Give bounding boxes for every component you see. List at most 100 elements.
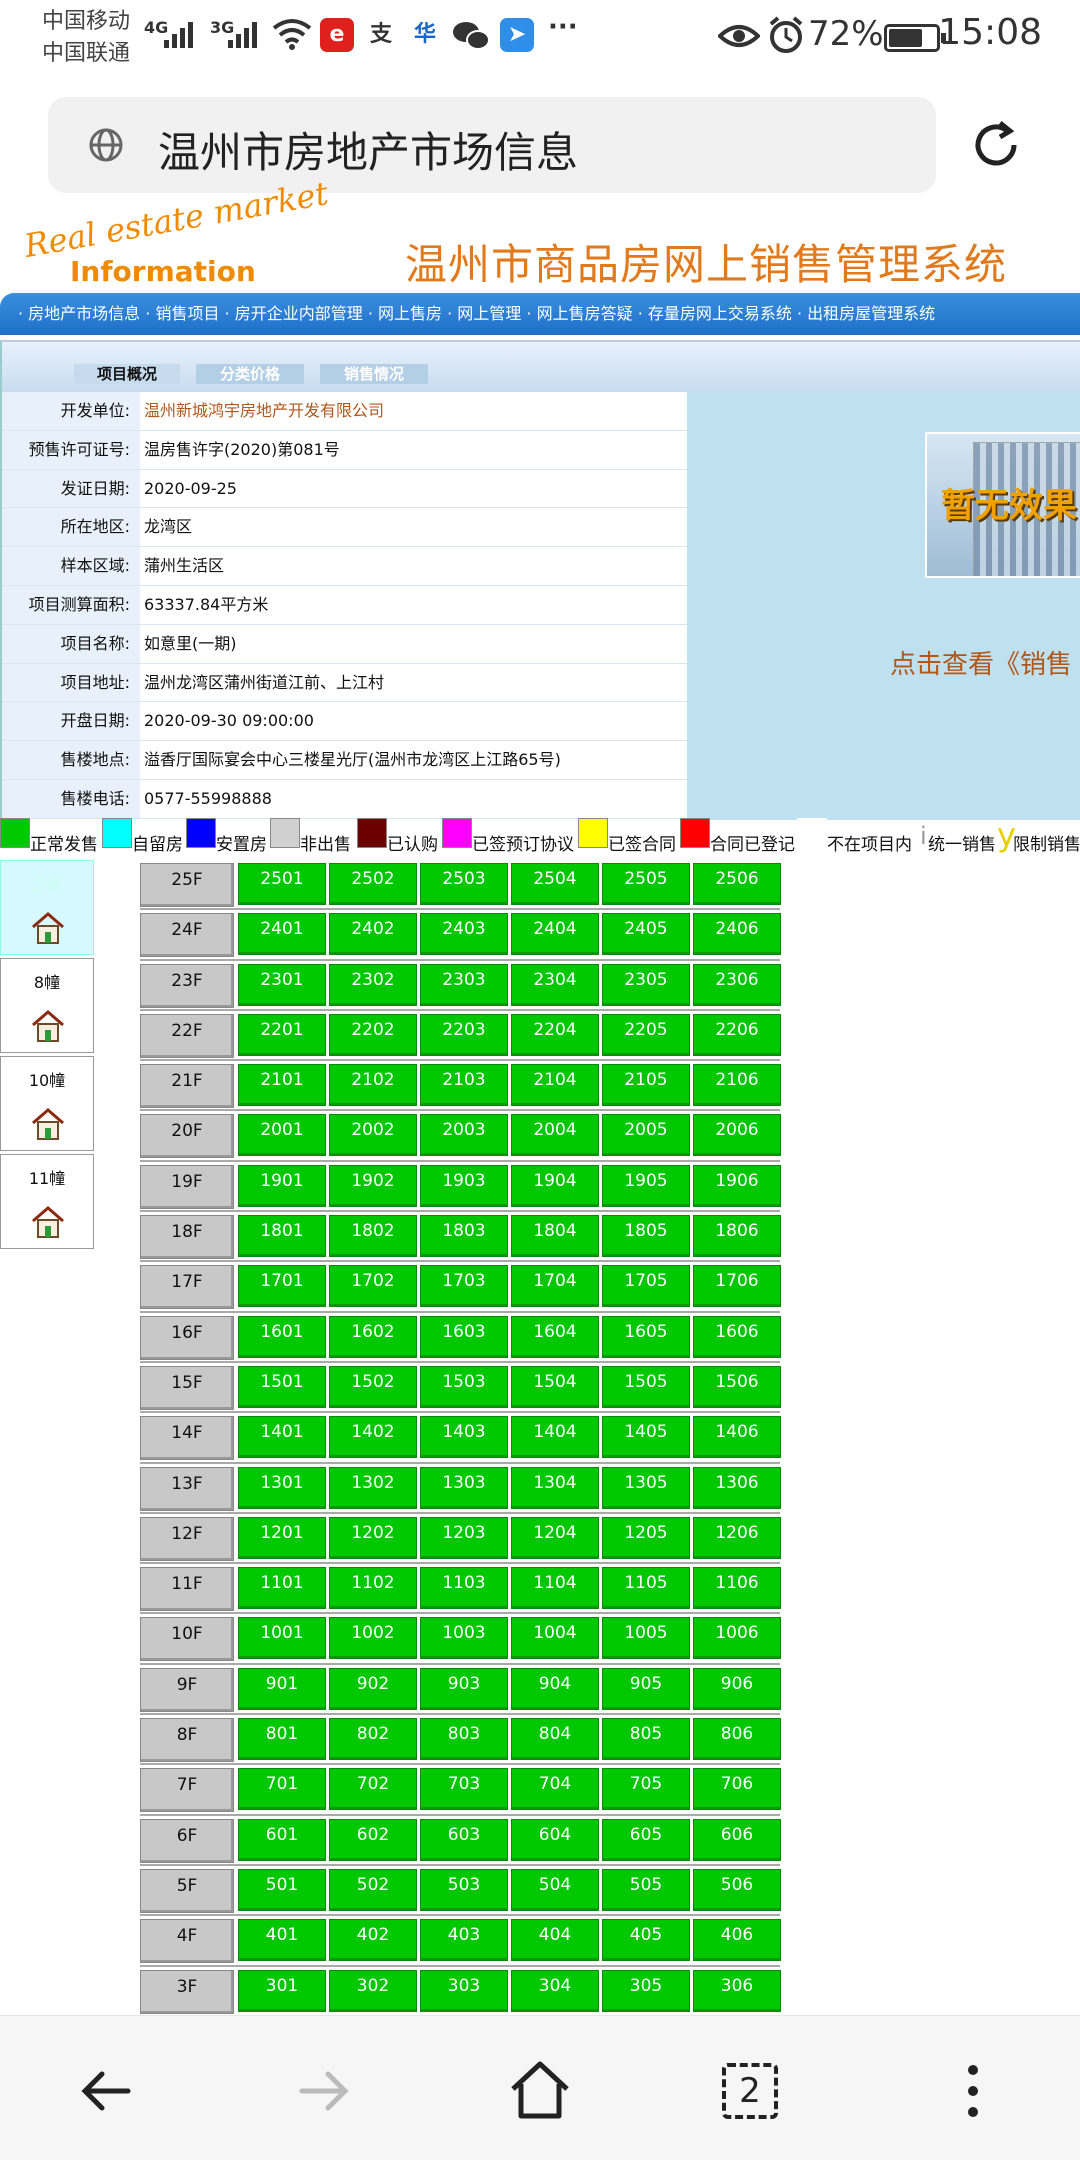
unit-cell[interactable]: 1303: [420, 1466, 508, 1509]
unit-cell[interactable]: 1305: [602, 1466, 690, 1509]
unit-cell[interactable]: 501: [238, 1868, 326, 1911]
unit-cell[interactable]: 806: [693, 1718, 781, 1761]
unit-cell[interactable]: 1302: [329, 1466, 417, 1509]
unit-cell[interactable]: 2206: [693, 1013, 781, 1056]
unit-cell[interactable]: 801: [238, 1718, 326, 1761]
unit-cell[interactable]: 1206: [693, 1516, 781, 1559]
unit-cell[interactable]: 903: [420, 1667, 508, 1710]
unit-cell[interactable]: 1703: [420, 1265, 508, 1308]
unit-cell[interactable]: 603: [420, 1818, 508, 1861]
unit-cell[interactable]: 1506: [693, 1365, 781, 1408]
unit-cell[interactable]: 1606: [693, 1315, 781, 1358]
unit-cell[interactable]: 1704: [511, 1265, 599, 1308]
unit-cell[interactable]: 2103: [420, 1064, 508, 1107]
back-icon[interactable]: [72, 2056, 142, 2126]
unit-cell[interactable]: 1605: [602, 1315, 690, 1358]
unit-cell[interactable]: 1104: [511, 1567, 599, 1610]
unit-cell[interactable]: 2404: [511, 913, 599, 956]
unit-cell[interactable]: 2204: [511, 1013, 599, 1056]
unit-cell[interactable]: 1906: [693, 1164, 781, 1207]
unit-cell[interactable]: 403: [420, 1919, 508, 1962]
building-item[interactable]: 2幢: [0, 860, 94, 955]
tab-sales-status[interactable]: 销售情况: [320, 364, 428, 384]
unit-cell[interactable]: 2002: [329, 1114, 417, 1157]
unit-cell[interactable]: 1403: [420, 1416, 508, 1459]
unit-cell[interactable]: 406: [693, 1919, 781, 1962]
nav-item-faq[interactable]: · 网上售房答疑: [526, 293, 632, 335]
unit-cell[interactable]: 803: [420, 1718, 508, 1761]
unit-cell[interactable]: 2303: [420, 963, 508, 1006]
unit-cell[interactable]: 704: [511, 1768, 599, 1811]
unit-cell[interactable]: 2501: [238, 863, 326, 905]
unit-cell[interactable]: 2304: [511, 963, 599, 1006]
unit-cell[interactable]: 701: [238, 1768, 326, 1811]
unit-cell[interactable]: 2405: [602, 913, 690, 956]
unit-cell[interactable]: 2506: [693, 863, 781, 905]
unit-cell[interactable]: 2004: [511, 1114, 599, 1157]
unit-cell[interactable]: 1103: [420, 1567, 508, 1610]
unit-cell[interactable]: 1505: [602, 1365, 690, 1408]
unit-cell[interactable]: 405: [602, 1919, 690, 1962]
unit-cell[interactable]: 1204: [511, 1516, 599, 1559]
unit-cell[interactable]: 2106: [693, 1064, 781, 1107]
unit-cell[interactable]: 1804: [511, 1215, 599, 1258]
unit-cell[interactable]: 1905: [602, 1164, 690, 1207]
unit-cell[interactable]: 1603: [420, 1315, 508, 1358]
unit-cell[interactable]: 1801: [238, 1215, 326, 1258]
unit-cell[interactable]: 902: [329, 1667, 417, 1710]
unit-cell[interactable]: 304: [511, 1969, 599, 2012]
unit-cell[interactable]: 2402: [329, 913, 417, 956]
unit-cell[interactable]: 1203: [420, 1516, 508, 1559]
unit-cell[interactable]: 805: [602, 1718, 690, 1761]
unit-cell[interactable]: 1301: [238, 1466, 326, 1509]
unit-cell[interactable]: 2105: [602, 1064, 690, 1107]
unit-cell[interactable]: 1504: [511, 1365, 599, 1408]
unit-cell[interactable]: 1706: [693, 1265, 781, 1308]
unit-cell[interactable]: 1304: [511, 1466, 599, 1509]
unit-cell[interactable]: 1402: [329, 1416, 417, 1459]
unit-cell[interactable]: 1106: [693, 1567, 781, 1610]
unit-cell[interactable]: 1806: [693, 1215, 781, 1258]
unit-cell[interactable]: 2202: [329, 1013, 417, 1056]
unit-cell[interactable]: 2102: [329, 1064, 417, 1107]
unit-cell[interactable]: 901: [238, 1667, 326, 1710]
unit-cell[interactable]: 2005: [602, 1114, 690, 1157]
unit-cell[interactable]: 1904: [511, 1164, 599, 1207]
unit-cell[interactable]: 2502: [329, 863, 417, 905]
unit-cell[interactable]: 2104: [511, 1064, 599, 1107]
view-sales-link[interactable]: 点击查看《销售: [890, 644, 1072, 681]
unit-cell[interactable]: 2006: [693, 1114, 781, 1157]
unit-cell[interactable]: 2302: [329, 963, 417, 1006]
unit-cell[interactable]: 1006: [693, 1617, 781, 1660]
unit-cell[interactable]: 1105: [602, 1567, 690, 1610]
tabs-icon[interactable]: 2: [722, 2063, 778, 2119]
unit-cell[interactable]: 1306: [693, 1466, 781, 1509]
unit-cell[interactable]: 402: [329, 1919, 417, 1962]
unit-cell[interactable]: 1401: [238, 1416, 326, 1459]
unit-cell[interactable]: 905: [602, 1667, 690, 1710]
building-item[interactable]: 11幢: [0, 1154, 94, 1249]
unit-cell[interactable]: 2301: [238, 963, 326, 1006]
unit-cell[interactable]: 705: [602, 1768, 690, 1811]
unit-cell[interactable]: 1501: [238, 1365, 326, 1408]
unit-cell[interactable]: 706: [693, 1768, 781, 1811]
unit-cell[interactable]: 1202: [329, 1516, 417, 1559]
unit-cell[interactable]: 1705: [602, 1265, 690, 1308]
nav-item-rental-management[interactable]: · 出租房屋管理系统: [797, 293, 935, 335]
unit-cell[interactable]: 2003: [420, 1114, 508, 1157]
unit-cell[interactable]: 1503: [420, 1365, 508, 1408]
unit-cell[interactable]: 1601: [238, 1315, 326, 1358]
unit-cell[interactable]: 2505: [602, 863, 690, 905]
building-item[interactable]: 10幢: [0, 1056, 94, 1151]
unit-cell[interactable]: 2201: [238, 1013, 326, 1056]
unit-cell[interactable]: 306: [693, 1969, 781, 2012]
nav-item-online-management[interactable]: · 网上管理: [447, 293, 521, 335]
unit-cell[interactable]: 1802: [329, 1215, 417, 1258]
unit-cell[interactable]: 2504: [511, 863, 599, 905]
nav-item-sales-projects[interactable]: · 销售项目: [145, 293, 219, 335]
unit-cell[interactable]: 1701: [238, 1265, 326, 1308]
unit-cell[interactable]: 1101: [238, 1567, 326, 1610]
unit-cell[interactable]: 1005: [602, 1617, 690, 1660]
building-item[interactable]: 8幢: [0, 958, 94, 1053]
unit-cell[interactable]: 1002: [329, 1617, 417, 1660]
